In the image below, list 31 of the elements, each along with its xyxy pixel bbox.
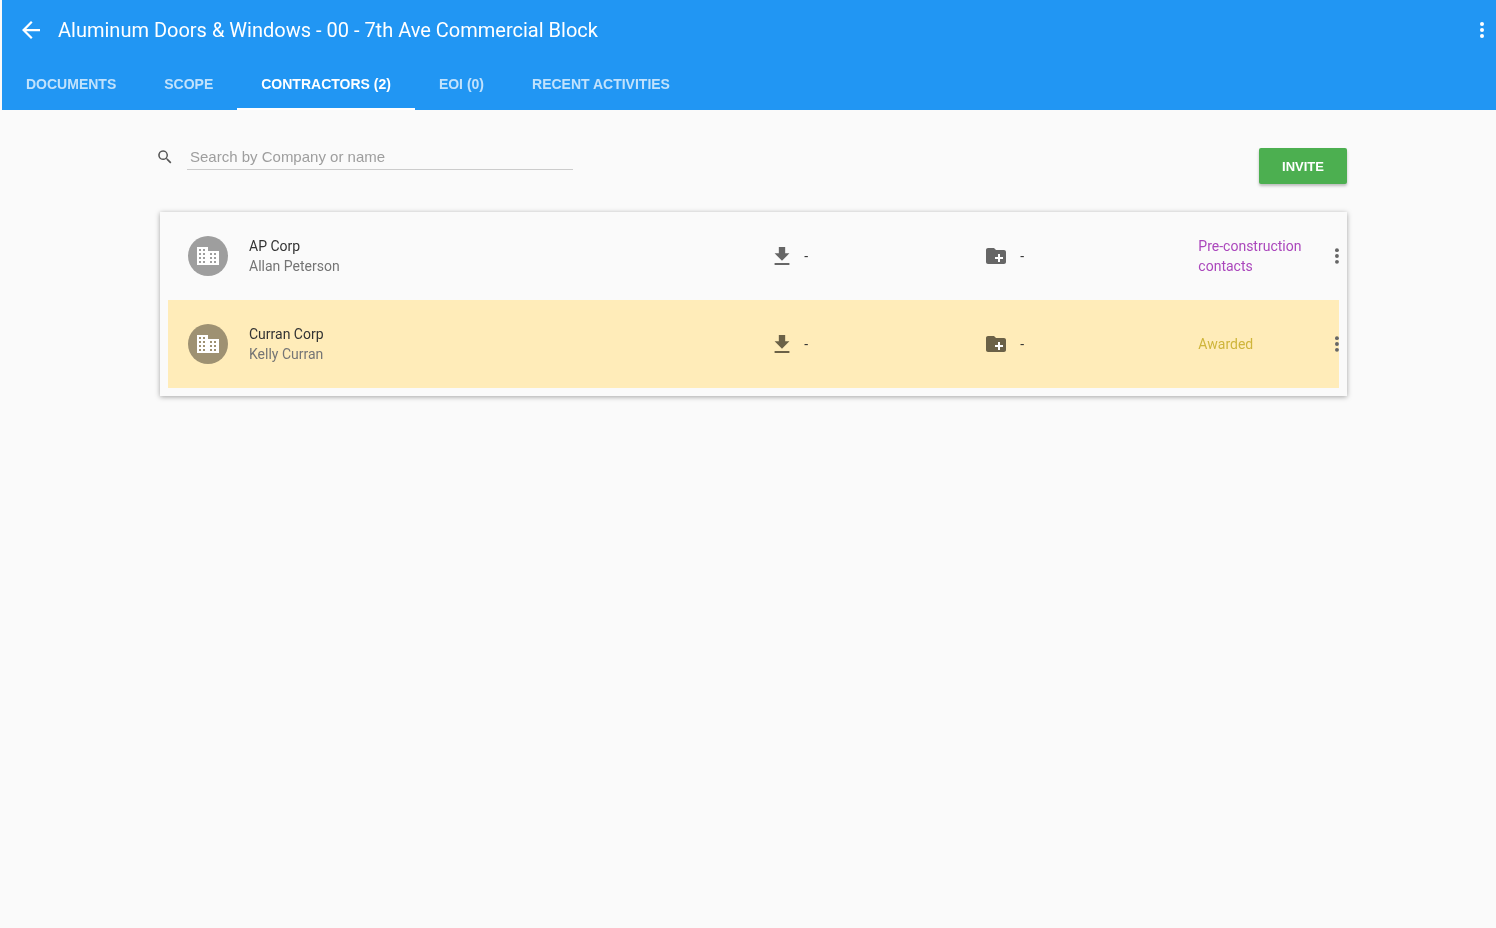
tab[interactable]: EOI (0): [414, 60, 508, 110]
download-icon[interactable]: [774, 247, 791, 265]
folder-plus-icon[interactable]: [986, 248, 1007, 264]
building-icon: [197, 335, 219, 353]
download-count: -: [804, 248, 809, 264]
more-options-icon[interactable]: [1335, 248, 1339, 264]
page-title: Aluminum Doors & Windows - 00 - 7th Ave Commercial Block: [58, 18, 599, 42]
tab[interactable]: SCOPE: [140, 60, 238, 110]
status-text: Pre-construction contacts: [1198, 237, 1303, 276]
download-icon[interactable]: [774, 335, 791, 353]
tab[interactable]: CONTRACTORS (2): [237, 60, 415, 110]
status-text: Awarded: [1198, 335, 1255, 354]
more-options-icon[interactable]: [1335, 336, 1339, 352]
invite-button[interactable]: INVITE: [1259, 148, 1347, 184]
highlighted-row[interactable]: Curran Corp Kelly Curran - - Awarded: [168, 300, 1339, 388]
search-icon: [156, 148, 174, 166]
contractor-row[interactable]: AP Corp Allan Peterson - - Pre-construction contacts: [168, 212, 1339, 300]
download-count: -: [804, 336, 809, 352]
folder-count: -: [1020, 336, 1025, 352]
company-name: AP Corp: [249, 237, 302, 256]
search-field[interactable]: Search by Company or name: [187, 144, 573, 170]
folder-plus-icon[interactable]: [986, 336, 1007, 352]
company-name: Curran Corp: [249, 325, 325, 344]
tab[interactable]: RECENT ACTIVITIES: [508, 60, 694, 110]
folder-count: -: [1020, 248, 1025, 264]
tab[interactable]: DOCUMENTS: [2, 60, 141, 110]
more-options-icon[interactable]: [1480, 22, 1484, 38]
building-icon: [197, 247, 219, 265]
back-arrow-icon[interactable]: [22, 21, 40, 39]
contact-name: Kelly Curran: [249, 345, 325, 364]
contact-name: Allan Peterson: [249, 257, 341, 276]
